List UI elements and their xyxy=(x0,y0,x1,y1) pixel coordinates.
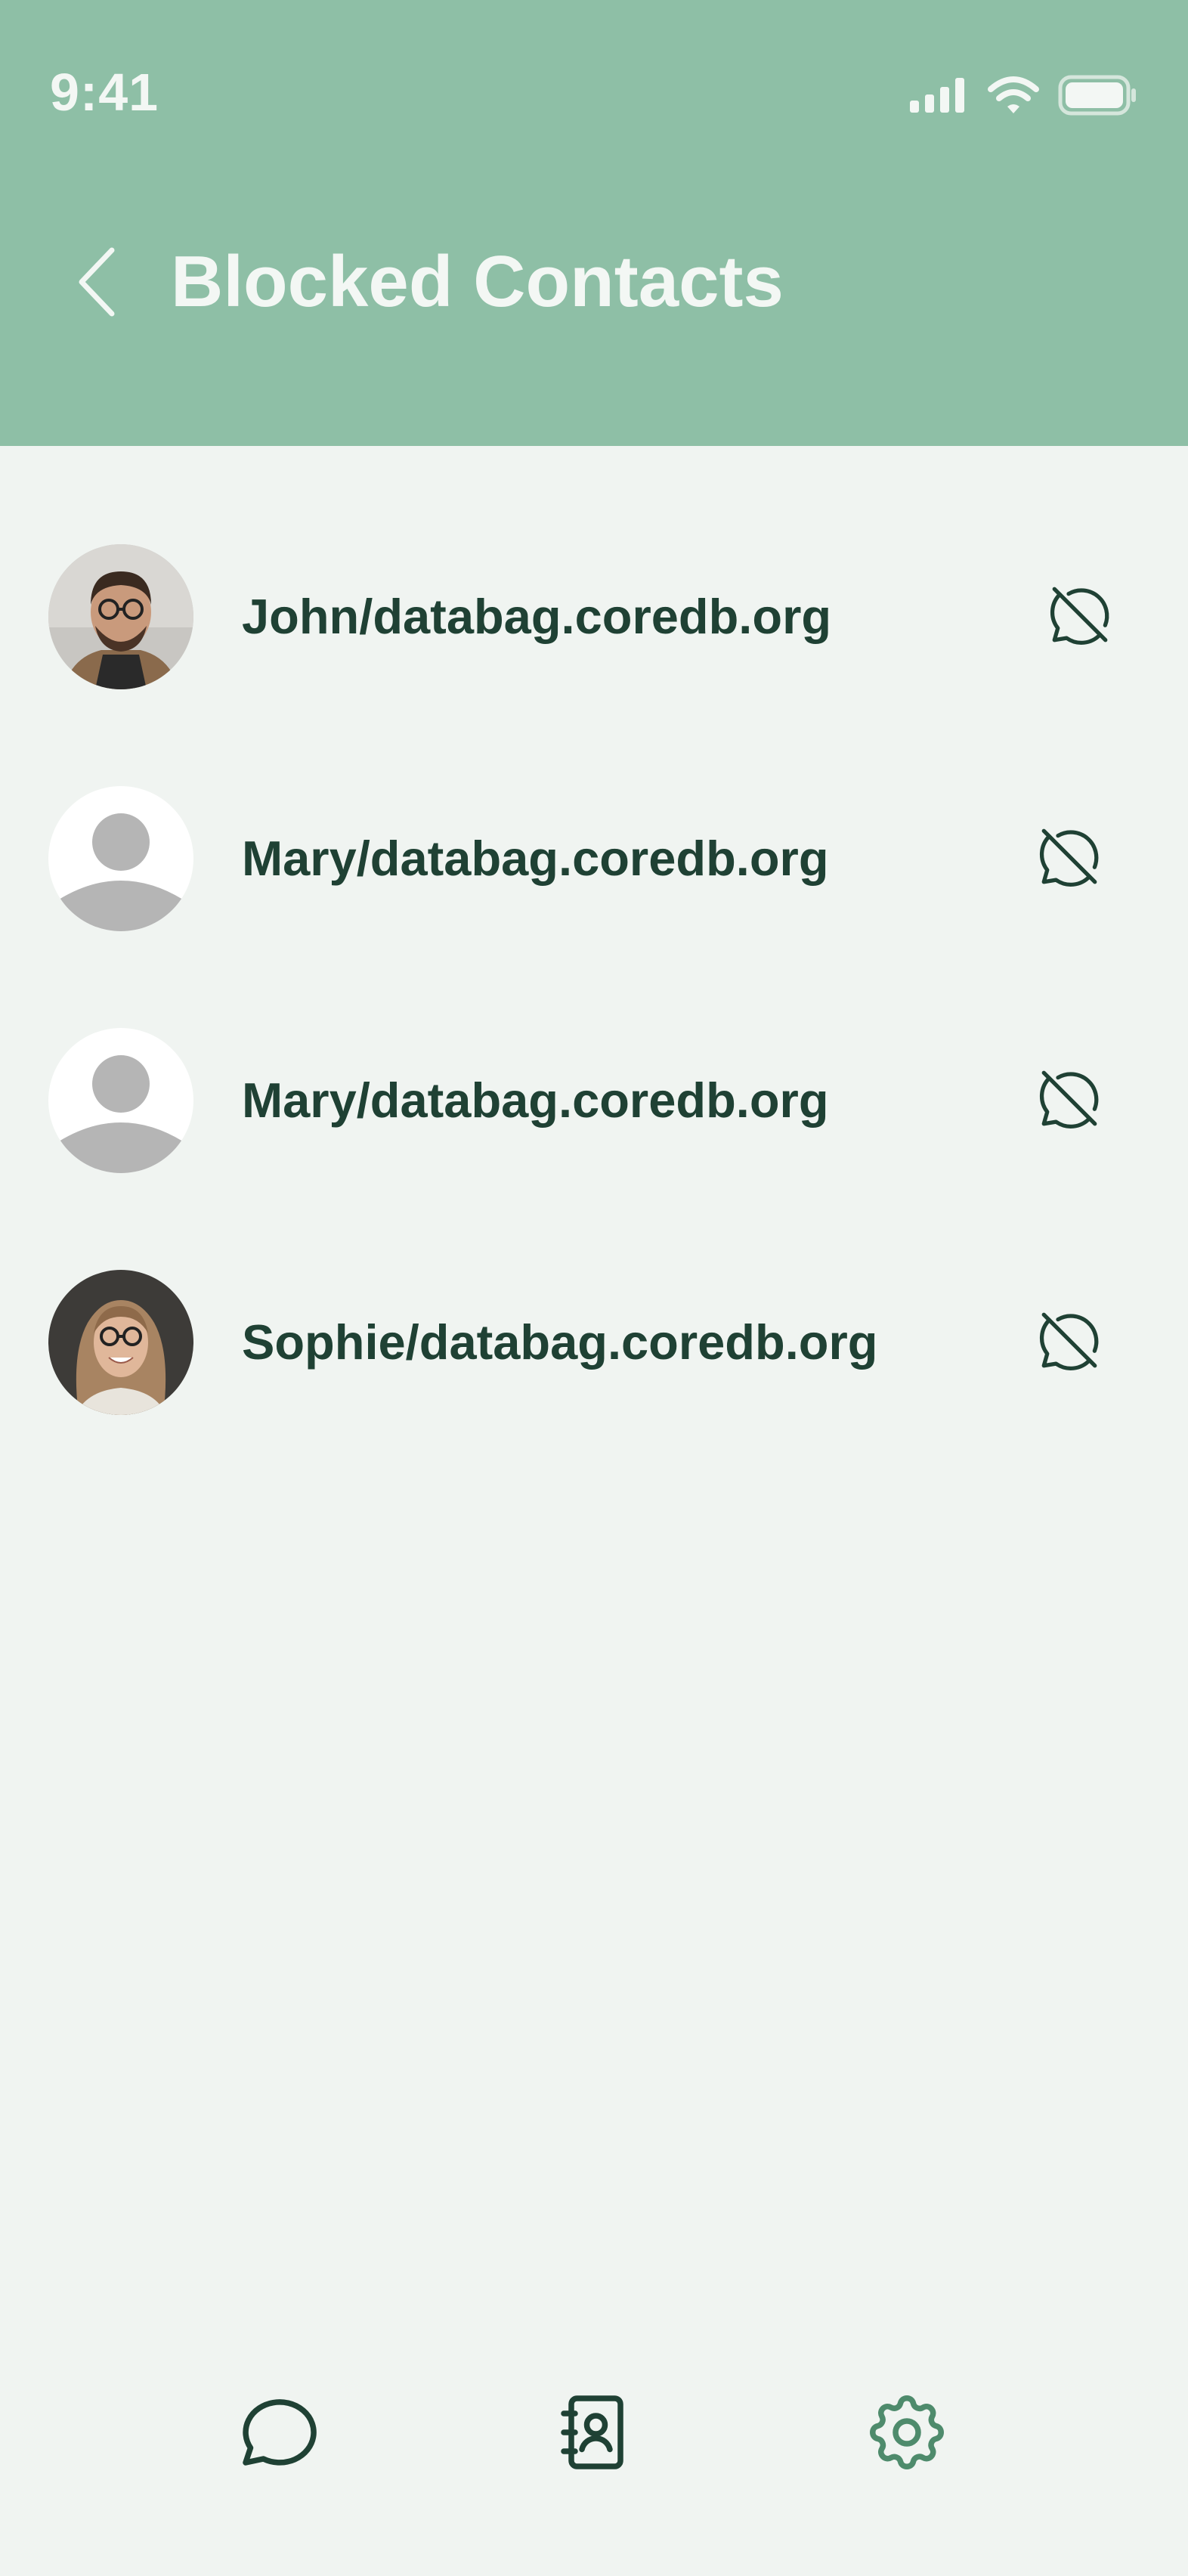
wifi-icon xyxy=(987,76,1040,119)
message-off-icon xyxy=(1035,1064,1103,1136)
tab-settings[interactable] xyxy=(854,2381,960,2487)
tab-contacts[interactable] xyxy=(541,2381,647,2487)
app-header: 9:41 Blocked Contacts xyxy=(0,0,1188,446)
avatar-placeholder xyxy=(48,786,193,931)
contact-name: Mary/databag.coredb.org xyxy=(242,831,829,886)
tab-chats[interactable] xyxy=(227,2381,333,2487)
message-off-icon xyxy=(1046,581,1114,652)
contact-name: Mary/databag.coredb.org xyxy=(242,1073,829,1128)
unblock-contact-button[interactable] xyxy=(1028,1058,1111,1141)
cellular-signal-icon xyxy=(908,76,969,118)
contact-row[interactable]: Mary/databag.coredb.org xyxy=(0,688,1188,931)
contact-name: John/databag.coredb.org xyxy=(242,589,832,644)
status-icons xyxy=(908,74,1138,119)
page-title: Blocked Contacts xyxy=(171,241,784,322)
settings-gear-icon xyxy=(862,2387,952,2482)
avatar xyxy=(48,1270,193,1415)
back-button[interactable] xyxy=(67,242,127,325)
message-off-icon xyxy=(1035,822,1103,894)
battery-icon xyxy=(1058,75,1138,119)
contact-name: Sophie/databag.coredb.org xyxy=(242,1314,878,1370)
unblock-contact-button[interactable] xyxy=(1028,1300,1111,1383)
contact-row[interactable]: Mary/databag.coredb.org xyxy=(0,930,1188,1173)
chevron-left-icon xyxy=(74,246,119,322)
contact-row[interactable]: John/databag.coredb.org xyxy=(0,446,1188,689)
bottom-tab-bar xyxy=(0,2358,1188,2509)
blocked-contacts-screen: 9:41 Blocked Contacts John/databag.cored… xyxy=(0,0,1188,2576)
unblock-contact-button[interactable] xyxy=(1028,816,1111,899)
status-time: 9:41 xyxy=(50,63,159,122)
contact-row[interactable]: Sophie/databag.coredb.org xyxy=(0,1172,1188,1415)
message-off-icon xyxy=(1035,1306,1103,1378)
chat-bubble-icon xyxy=(234,2387,325,2482)
contacts-book-icon xyxy=(549,2387,639,2482)
avatar xyxy=(48,544,193,689)
unblock-contact-button[interactable] xyxy=(1038,574,1121,658)
avatar-placeholder xyxy=(48,1028,193,1173)
